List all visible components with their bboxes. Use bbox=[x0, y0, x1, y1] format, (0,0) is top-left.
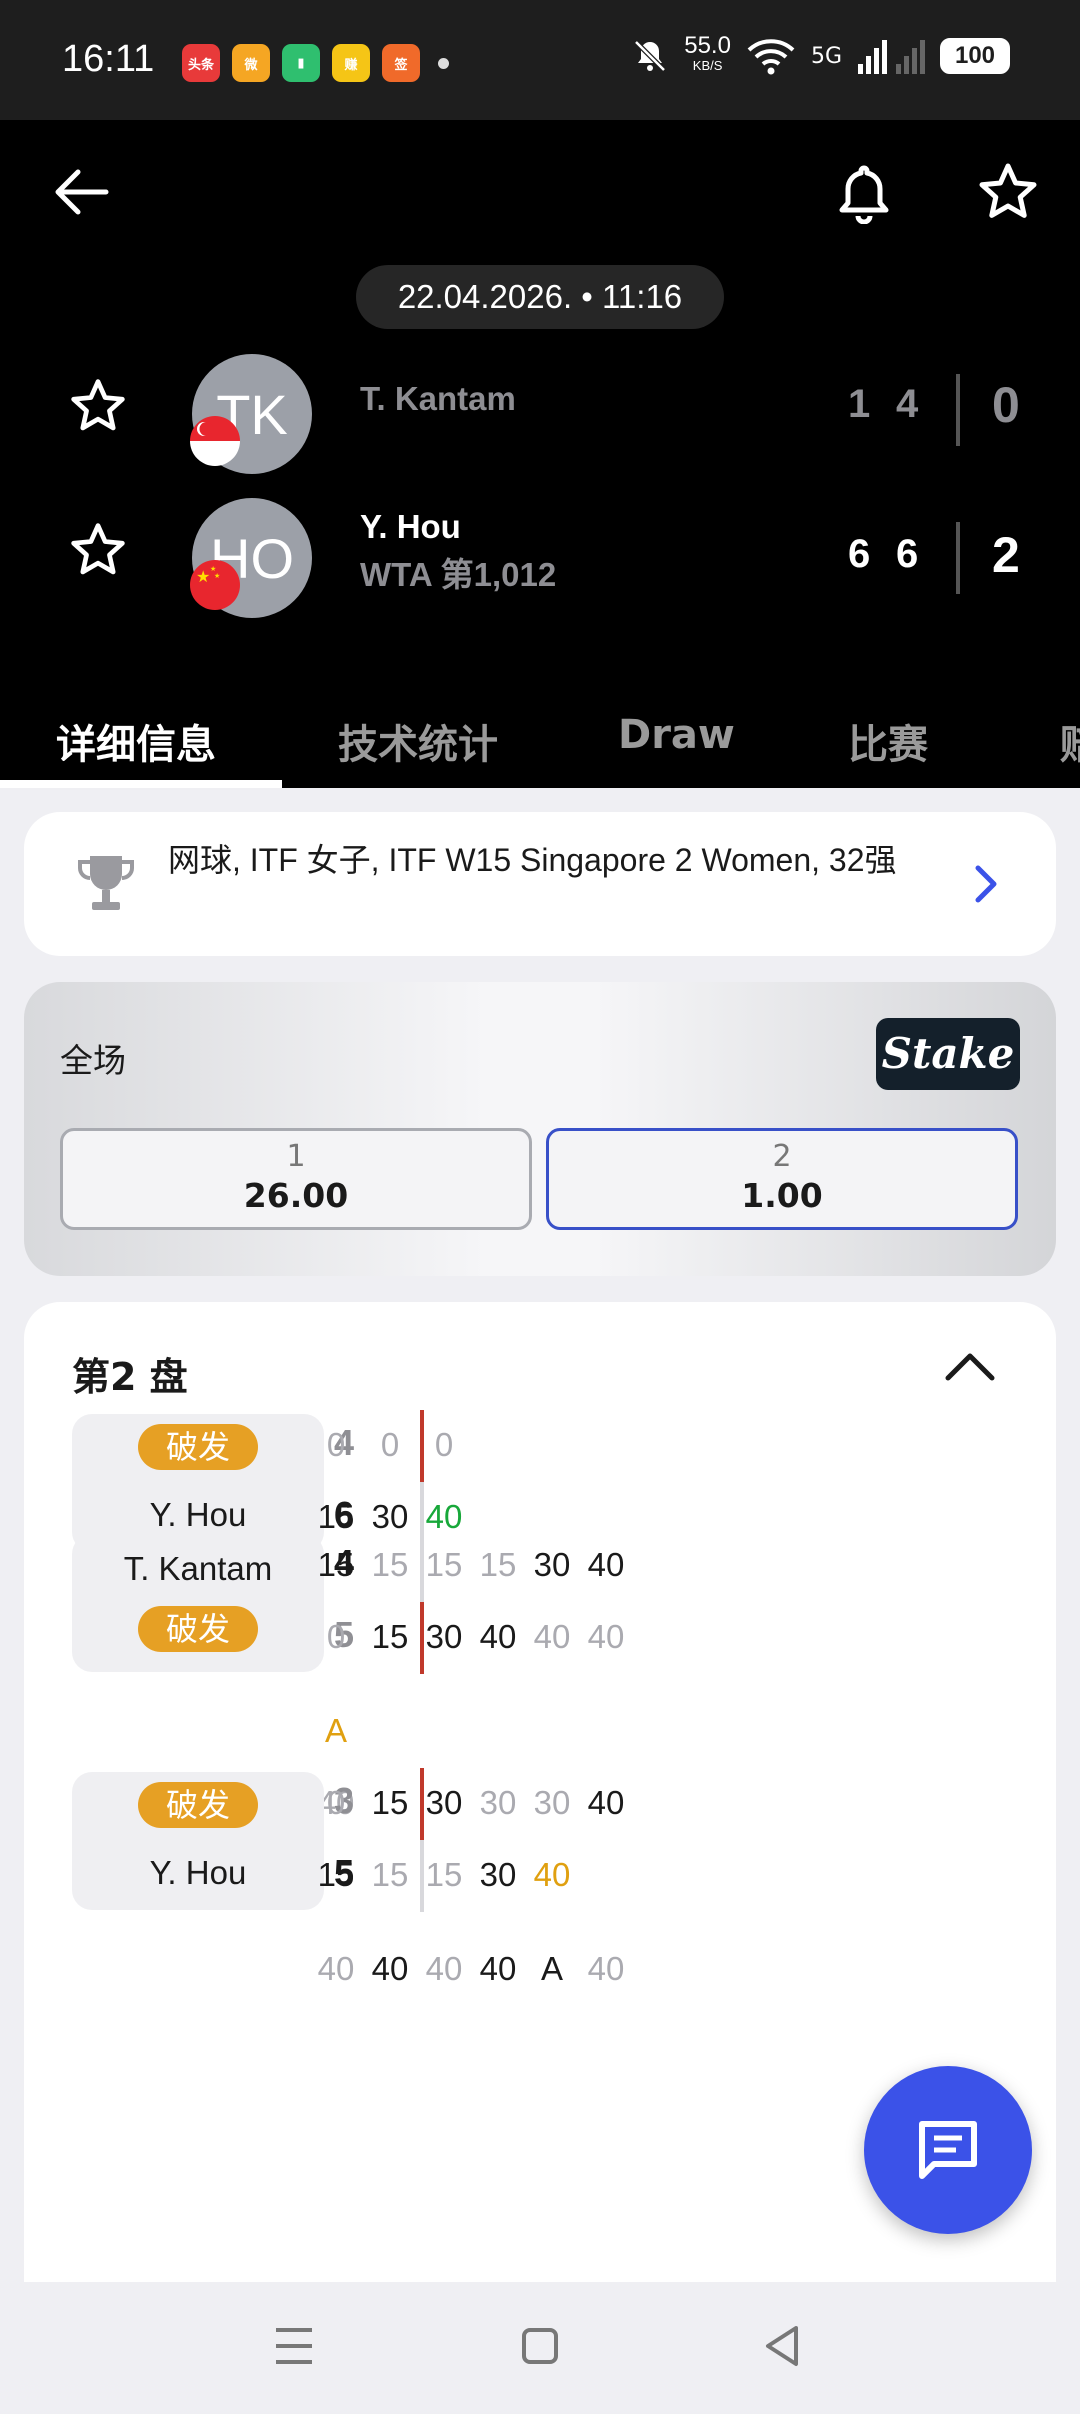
signal-bars-icon bbox=[858, 40, 925, 74]
bell-icon bbox=[839, 165, 889, 224]
net-speed: 55.0 KB/S bbox=[684, 32, 731, 74]
break-badge: 破发 bbox=[138, 1782, 258, 1828]
back-triangle-icon[interactable] bbox=[762, 2324, 802, 2368]
game-server-box: 破发 Y. Hou bbox=[72, 1414, 324, 1552]
signal-5g: 5G bbox=[810, 43, 842, 69]
system-nav-bar bbox=[0, 2284, 1080, 2414]
point-score: 40 bbox=[425, 1498, 463, 1535]
collapse-button[interactable] bbox=[942, 1346, 998, 1390]
status-right: 55.0 KB/S 5G 100 bbox=[630, 32, 1010, 76]
favorite-match-button[interactable] bbox=[968, 152, 1048, 232]
star-outline-icon bbox=[979, 163, 1037, 218]
game-server-box: 破发 Y. Hou bbox=[72, 1772, 324, 1910]
status-bar: 16:11 头条微 ▮ 赚签 55.0 KB/S 5G 100 bbox=[0, 0, 1080, 120]
battery-indicator: 100 bbox=[940, 38, 1010, 74]
player-ranking: WTA 第1,012 bbox=[360, 556, 557, 593]
game-server-box: 破发 T. Kantam bbox=[72, 1534, 324, 1672]
player-name: T. Kantam bbox=[360, 380, 516, 417]
star-outline-icon bbox=[71, 523, 125, 575]
point-score: A bbox=[324, 1712, 347, 1749]
chevron-right-icon bbox=[975, 865, 997, 903]
point-score: 40 bbox=[587, 1950, 625, 1987]
battery-app-icon: ▮ bbox=[282, 44, 320, 82]
weibo-app-icon: 微 bbox=[232, 44, 270, 82]
tournament-info: 网球, ITF 女子, ITF W15 Singapore 2 Women, 3… bbox=[168, 842, 897, 878]
match-datetime: 22.04.2026. • 11:16 bbox=[356, 265, 724, 329]
tab-bar: 详细信息 技术统计 Draw 比赛 赔 bbox=[0, 688, 1080, 788]
yellow-app-icon: 赚 bbox=[332, 44, 370, 82]
star-outline-icon bbox=[71, 379, 125, 431]
tournament-card[interactable]: 网球, ITF 女子, ITF W15 Singapore 2 Women, 3… bbox=[24, 812, 1056, 956]
player-name: Y. Hou bbox=[360, 508, 461, 545]
tab-draw[interactable]: Draw bbox=[618, 712, 735, 758]
break-badge: 破发 bbox=[138, 1606, 258, 1652]
point-score: 40 bbox=[587, 1784, 625, 1821]
chat-button[interactable] bbox=[864, 2066, 1032, 2234]
tab-odds[interactable]: 赔 bbox=[1060, 712, 1080, 770]
match-header: 22.04.2026. • 11:16 TK T. Kantam 1 4 0 H… bbox=[0, 120, 1080, 788]
game-score: 1 bbox=[848, 382, 871, 426]
chat-icon bbox=[919, 2121, 977, 2179]
trophy-icon bbox=[78, 856, 134, 910]
odds-card: 全场 Stake 1 26.00 2 1.00 bbox=[24, 982, 1056, 1276]
sets-score: 0 bbox=[992, 377, 1020, 433]
odds-title: 全场 bbox=[60, 1041, 126, 1080]
game-player-name: Y. Hou bbox=[149, 1854, 247, 1891]
game-score: 4 bbox=[896, 382, 919, 426]
odds-option-1[interactable]: 1 26.00 bbox=[60, 1128, 532, 1230]
odds-option-2[interactable]: 2 1.00 bbox=[546, 1128, 1018, 1230]
point-score: 0 bbox=[434, 1426, 454, 1463]
player-row-kantam: TK T. Kantam 1 4 0 bbox=[0, 348, 1080, 478]
tab-matches[interactable]: 比赛 bbox=[848, 712, 928, 770]
game-score: 6 bbox=[896, 532, 919, 576]
set-title: 第2 盘 bbox=[72, 1355, 188, 1399]
svg-text:★: ★ bbox=[214, 572, 220, 580]
game-player-name: Y. Hou bbox=[149, 1496, 247, 1533]
back-arrow-icon bbox=[55, 169, 109, 215]
orange-app-icon: 签 bbox=[382, 44, 420, 82]
score-divider bbox=[956, 522, 960, 594]
notification-button[interactable] bbox=[824, 152, 904, 232]
stake-logo[interactable]: Stake bbox=[876, 1018, 1020, 1090]
singapore-flag-icon bbox=[190, 416, 240, 466]
player-row-hou: HO ★ ★ ★ Y. Hou WTA 第1,012 6 6 2 bbox=[0, 492, 1080, 622]
point-score: 40 bbox=[587, 1618, 625, 1655]
active-tab-indicator bbox=[0, 780, 282, 788]
favorite-player-button[interactable] bbox=[68, 376, 128, 440]
point-score: 40 bbox=[533, 1856, 571, 1893]
back-button[interactable] bbox=[42, 152, 122, 232]
china-flag-icon: ★ ★ ★ bbox=[190, 560, 240, 610]
wifi-icon bbox=[747, 39, 795, 75]
menu-icon[interactable] bbox=[274, 2324, 314, 2368]
mute-bell-icon bbox=[634, 40, 667, 72]
tab-statistics[interactable]: 技术统计 bbox=[338, 712, 498, 770]
notification-icons: 头条微 ▮ 赚签 bbox=[182, 44, 449, 82]
toutiao-app-icon: 头条 bbox=[182, 44, 220, 82]
more-notifications-dot bbox=[438, 57, 449, 69]
game-player-name: T. Kantam bbox=[123, 1550, 273, 1587]
sets-score: 2 bbox=[992, 527, 1020, 583]
point-score: 40 bbox=[587, 1546, 625, 1583]
svg-text:★: ★ bbox=[196, 567, 210, 586]
tab-details[interactable]: 详细信息 bbox=[56, 712, 216, 770]
favorite-player-button[interactable] bbox=[68, 520, 128, 584]
score-divider bbox=[956, 374, 960, 446]
break-badge: 破发 bbox=[138, 1424, 258, 1470]
chevron-up-icon bbox=[945, 1353, 995, 1381]
game-score: 6 bbox=[848, 532, 871, 576]
home-icon[interactable] bbox=[520, 2324, 560, 2368]
status-time: 16:11 bbox=[62, 38, 155, 80]
